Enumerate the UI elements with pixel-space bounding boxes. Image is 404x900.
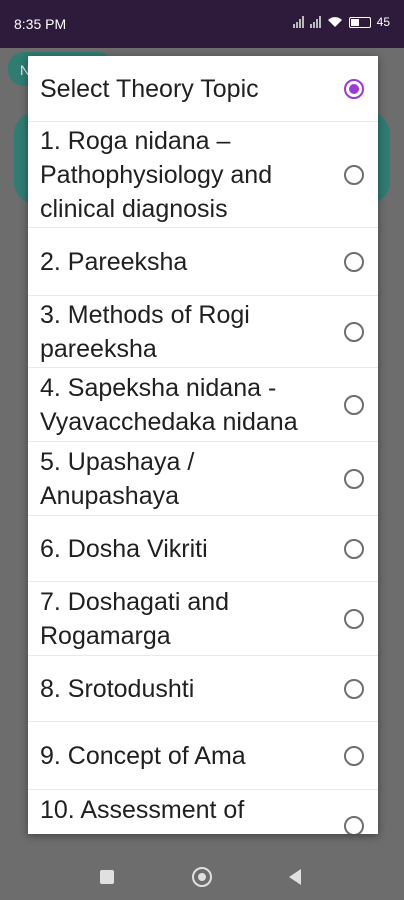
topic-option-label: 5. Upashaya / Anupashaya: [40, 447, 195, 510]
radio-icon[interactable]: [344, 608, 364, 629]
signal-icon: [292, 16, 304, 28]
topic-option-label: 3. Methods of Rogi pareeksha: [40, 300, 250, 363]
topic-option-8[interactable]: 8. Srotodushti: [28, 656, 378, 722]
back-icon[interactable]: [289, 869, 301, 885]
radio-icon[interactable]: [344, 164, 364, 185]
topic-option-4[interactable]: 4. Sapeksha nidana - Vyavacchedaka nidan…: [28, 368, 378, 442]
topic-option-label: 8. Srotodushti: [40, 674, 195, 703]
wifi-icon: [327, 17, 342, 27]
topic-option-9[interactable]: 9. Concept of Ama: [28, 722, 378, 790]
radio-icon[interactable]: [344, 394, 364, 415]
radio-icon[interactable]: [344, 251, 364, 272]
radio-selected-icon[interactable]: [344, 78, 364, 99]
radio-icon[interactable]: [344, 538, 364, 559]
navigation-bar: [0, 856, 404, 900]
topic-option-label: 4. Sapeksha nidana - Vyavacchedaka nidan…: [40, 373, 298, 436]
signal-icon-2: [309, 16, 321, 28]
status-icons: 45: [292, 15, 390, 29]
topic-option-0[interactable]: Select Theory Topic: [28, 56, 378, 122]
topic-option-label: 2. Pareeksha: [40, 247, 188, 276]
home-icon[interactable]: [192, 867, 212, 887]
topic-option-3[interactable]: 3. Methods of Rogi pareeksha: [28, 296, 378, 368]
status-bar: 8:35 PM 45: [0, 0, 404, 48]
topic-option-1[interactable]: 1. Roga nidana – Pathophysiology and cli…: [28, 122, 378, 228]
topic-option-6[interactable]: 6. Dosha Vikriti: [28, 516, 378, 582]
radio-icon[interactable]: [344, 816, 364, 834]
topic-option-7[interactable]: 7. Doshagati and Rogamarga: [28, 582, 378, 656]
status-time: 8:35 PM: [14, 16, 67, 32]
topic-option-label: 7. Doshagati and Rogamarga: [40, 587, 230, 650]
topic-option-10[interactable]: 10. Assessment of: [28, 790, 378, 834]
battery-icon: [348, 16, 371, 28]
topic-option-label: Select Theory Topic: [40, 74, 259, 103]
topic-option-label: 9. Concept of Ama: [40, 741, 246, 770]
topic-option-label: 6. Dosha Vikriti: [40, 534, 208, 563]
topic-option-2[interactable]: 2. Pareeksha: [28, 228, 378, 296]
radio-icon[interactable]: [344, 745, 364, 766]
recents-icon[interactable]: [100, 870, 114, 884]
radio-icon[interactable]: [344, 321, 364, 342]
topic-select-dialog: Select Theory Topic 1. Roga nidana – Pat…: [28, 56, 378, 834]
topic-option-label: 1. Roga nidana – Pathophysiology and cli…: [40, 126, 273, 223]
topic-option-5[interactable]: 5. Upashaya / Anupashaya: [28, 442, 378, 516]
battery-percent: 45: [376, 15, 390, 29]
radio-icon[interactable]: [344, 678, 364, 699]
radio-icon[interactable]: [344, 468, 364, 489]
topic-option-label: 10. Assessment of: [40, 796, 245, 824]
